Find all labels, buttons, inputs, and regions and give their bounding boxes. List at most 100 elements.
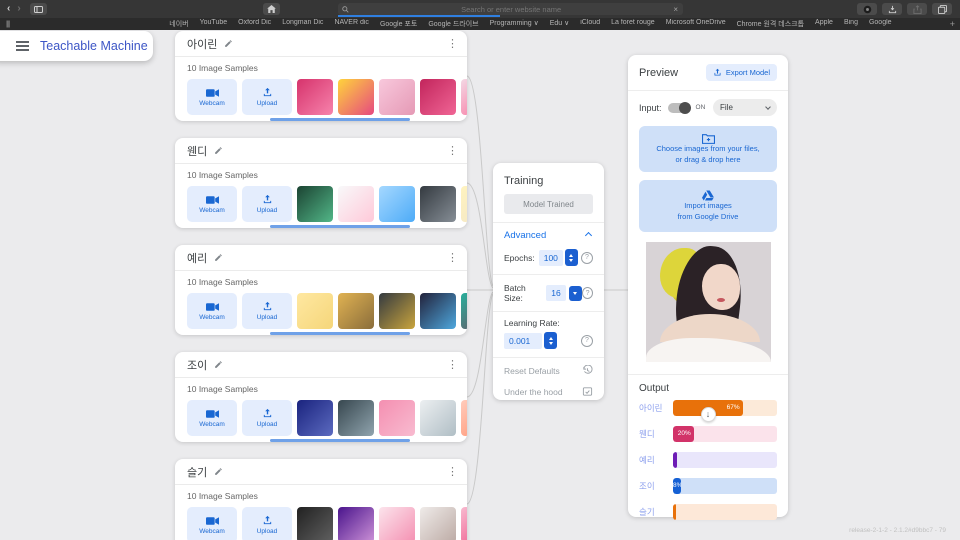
sample-thumbnail[interactable] xyxy=(338,400,374,436)
add-bookmark-icon[interactable]: + xyxy=(950,19,955,29)
home-icon[interactable] xyxy=(263,3,280,15)
scroll-down-button[interactable]: ↓ xyxy=(701,407,716,422)
bookmark-item[interactable]: Google 포토 xyxy=(380,19,417,29)
sidebar-toggle-icon[interactable] xyxy=(30,3,47,15)
sample-thumbnail[interactable] xyxy=(420,507,456,540)
sample-thumbnail[interactable] xyxy=(338,507,374,540)
sample-thumbnail[interactable] xyxy=(461,507,467,540)
sample-thumbnail[interactable] xyxy=(379,293,415,329)
sample-thumbnail[interactable] xyxy=(379,507,415,540)
back-icon[interactable]: ‹ xyxy=(7,0,10,18)
batch-size-value[interactable]: 16 xyxy=(546,285,565,301)
sample-thumbnail[interactable] xyxy=(297,79,333,115)
upload-button[interactable]: Upload xyxy=(242,79,292,115)
advanced-section-toggle[interactable]: Advanced xyxy=(504,230,593,241)
upload-button[interactable]: Upload xyxy=(242,293,292,329)
lr-help-icon[interactable]: ? xyxy=(581,335,593,347)
share-icon[interactable] xyxy=(907,3,927,15)
sample-thumbnail[interactable] xyxy=(338,79,374,115)
search-input[interactable] xyxy=(349,5,673,14)
tab-overview-icon[interactable]: |||| xyxy=(6,21,9,28)
bookmark-item[interactable]: La foret rouge xyxy=(611,19,655,29)
export-model-button[interactable]: Export Model xyxy=(706,64,777,81)
reset-defaults-button[interactable]: Reset Defaults xyxy=(504,365,593,376)
edit-icon[interactable] xyxy=(214,146,223,155)
bookmark-item[interactable]: Apple xyxy=(815,19,833,29)
sample-thumbnail[interactable] xyxy=(461,79,467,115)
thumbnail-scrollbar[interactable] xyxy=(270,332,410,335)
address-bar[interactable]: × xyxy=(338,3,683,15)
class-name: 아이린 xyxy=(187,36,217,52)
bookmark-item[interactable]: Longman Dic xyxy=(282,19,323,29)
bookmark-item[interactable]: Programming ∨ xyxy=(490,19,539,29)
sample-thumbnail[interactable] xyxy=(338,293,374,329)
batch-size-dropdown[interactable] xyxy=(569,286,582,301)
clear-icon[interactable]: × xyxy=(673,5,678,14)
under-the-hood-button[interactable]: Under the hood xyxy=(504,386,593,397)
bookmark-item[interactable]: Microsoft OneDrive xyxy=(666,19,726,29)
sample-thumbnail[interactable] xyxy=(379,400,415,436)
bookmark-item[interactable]: Google xyxy=(869,19,892,29)
choose-files-dropzone[interactable]: Choose images from your files, or drag &… xyxy=(639,126,777,172)
sample-thumbnail[interactable] xyxy=(420,79,456,115)
kebab-menu-icon[interactable]: ⋮ xyxy=(447,146,458,156)
privacy-report-icon[interactable] xyxy=(857,3,877,15)
kebab-menu-icon[interactable]: ⋮ xyxy=(447,39,458,49)
bookmark-item[interactable]: iCloud xyxy=(580,19,600,29)
sample-thumbnail[interactable] xyxy=(461,293,467,329)
bookmark-item[interactable]: Chrome 원격 데스크톱 xyxy=(737,19,804,29)
webcam-button[interactable]: Webcam xyxy=(187,507,237,540)
sample-thumbnail[interactable] xyxy=(461,186,467,222)
bookmark-item[interactable]: Oxford Dic xyxy=(238,19,271,29)
sample-thumbnail[interactable] xyxy=(461,400,467,436)
sample-thumbnail[interactable] xyxy=(297,293,333,329)
sample-thumbnail[interactable] xyxy=(297,186,333,222)
sample-thumbnail[interactable] xyxy=(379,186,415,222)
bookmark-item[interactable]: 네이버 xyxy=(169,19,188,29)
bookmark-item[interactable]: YouTube xyxy=(200,19,228,29)
sample-thumbnail[interactable] xyxy=(379,79,415,115)
thumbnail-scrollbar[interactable] xyxy=(270,118,410,121)
bookmark-item[interactable]: NAVER dic xyxy=(334,19,369,29)
bookmark-item[interactable]: Bing xyxy=(844,19,858,29)
tabs-icon[interactable] xyxy=(932,3,952,15)
sample-thumbnail[interactable] xyxy=(297,507,333,540)
bookmark-item[interactable]: Google 드라이브 xyxy=(428,19,478,29)
input-toggle[interactable] xyxy=(668,103,690,113)
epochs-help-icon[interactable]: ? xyxy=(581,252,593,264)
input-source-select[interactable]: File xyxy=(713,99,777,116)
sample-thumbnail[interactable] xyxy=(297,400,333,436)
thumbnail-scrollbar[interactable] xyxy=(270,439,410,442)
confidence-bar-track xyxy=(673,452,777,468)
sample-thumbnail[interactable] xyxy=(420,293,456,329)
train-model-button[interactable]: Model Trained xyxy=(504,194,593,214)
webcam-button[interactable]: Webcam xyxy=(187,400,237,436)
thumbnail-scrollbar[interactable] xyxy=(270,225,410,228)
sample-thumbnail[interactable] xyxy=(338,186,374,222)
edit-icon[interactable] xyxy=(214,253,223,262)
epochs-value[interactable]: 100 xyxy=(539,250,563,266)
kebab-menu-icon[interactable]: ⋮ xyxy=(447,467,458,477)
kebab-menu-icon[interactable]: ⋮ xyxy=(447,253,458,263)
sample-thumbnail[interactable] xyxy=(420,400,456,436)
download-icon[interactable] xyxy=(882,3,902,15)
menu-icon[interactable] xyxy=(16,45,29,47)
bookmark-item[interactable]: Edu ∨ xyxy=(550,19,570,29)
batch-help-icon[interactable]: ? xyxy=(582,287,593,299)
kebab-menu-icon[interactable]: ⋮ xyxy=(447,360,458,370)
upload-button[interactable]: Upload xyxy=(242,400,292,436)
webcam-button[interactable]: Webcam xyxy=(187,186,237,222)
epochs-stepper[interactable] xyxy=(565,249,578,266)
forward-icon[interactable]: › xyxy=(17,0,20,18)
upload-button[interactable]: Upload xyxy=(242,507,292,540)
sample-thumbnail[interactable] xyxy=(420,186,456,222)
upload-button[interactable]: Upload xyxy=(242,186,292,222)
webcam-button[interactable]: Webcam xyxy=(187,79,237,115)
edit-icon[interactable] xyxy=(214,360,223,369)
google-drive-import[interactable]: Import images from Google Drive xyxy=(639,180,777,232)
learning-rate-stepper[interactable] xyxy=(544,332,557,349)
edit-icon[interactable] xyxy=(224,39,233,48)
learning-rate-value[interactable]: 0.001 xyxy=(504,333,542,349)
edit-icon[interactable] xyxy=(214,467,223,476)
webcam-button[interactable]: Webcam xyxy=(187,293,237,329)
